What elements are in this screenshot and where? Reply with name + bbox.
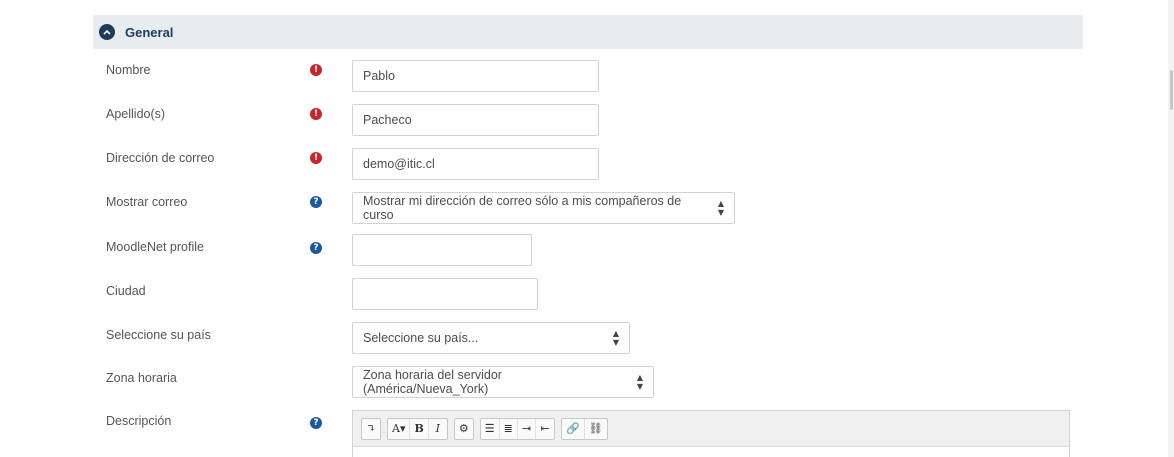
select-arrows-icon: ▲ ▼ xyxy=(636,373,643,391)
zona-horaria-select[interactable]: Zona horaria del servidor (América/Nueva… xyxy=(352,366,654,398)
form-row-correo: Dirección de correo ! demo@itic.cl xyxy=(0,148,1174,182)
help-icon[interactable]: ? xyxy=(310,242,322,254)
form-row-apellidos: Apellido(s) ! Pacheco xyxy=(0,104,1174,138)
unordered-list-icon[interactable]: ☰ xyxy=(481,418,500,439)
section-title: General xyxy=(125,24,174,40)
label-descripcion: Descripción xyxy=(106,414,172,428)
required-icon[interactable]: ! xyxy=(310,108,322,120)
required-icon[interactable]: ! xyxy=(310,64,322,76)
label-mostrar-correo: Mostrar correo xyxy=(106,195,188,209)
form-row-moodlenet: MoodleNet profile ? xyxy=(0,234,1174,268)
label-moodlenet: MoodleNet profile xyxy=(106,240,204,254)
settings-icon[interactable]: ⚙ xyxy=(455,419,473,439)
apellidos-input[interactable]: Pacheco xyxy=(352,104,599,136)
moodlenet-input[interactable] xyxy=(352,234,532,266)
editor-toolbar: ↴ A▾ B I ⚙ ☰ ≣ ⇥ ⇤ 🔗 ⛓ xyxy=(353,411,1069,447)
font-color-icon[interactable]: A▾ xyxy=(388,418,411,439)
mostrar-correo-selected: Mostrar mi dirección de correo sólo a mi… xyxy=(363,194,682,222)
required-icon[interactable]: ! xyxy=(310,152,322,164)
italic-icon[interactable]: I xyxy=(429,419,447,439)
toolbar-group-settings: ⚙ xyxy=(453,417,474,440)
zona-horaria-selected: Zona horaria del servidor (América/Nueva… xyxy=(363,368,502,396)
mostrar-correo-select[interactable]: Mostrar mi dirección de correo sólo a mi… xyxy=(352,192,735,224)
toolbar-group-collapse: ↴ xyxy=(361,417,381,440)
indent-icon[interactable]: ⇥ xyxy=(518,418,537,439)
toolbar-group-format: A▾ B I xyxy=(387,417,448,440)
chevron-up-icon[interactable] xyxy=(99,24,115,40)
ciudad-input[interactable] xyxy=(352,278,538,310)
section-header-general[interactable]: General xyxy=(93,15,1083,49)
pais-select[interactable]: Seleccione su país... ▲ ▼ xyxy=(352,322,630,354)
form-row-nombre: Nombre ! Pablo xyxy=(0,60,1174,94)
label-pais: Seleccione su país xyxy=(106,328,211,342)
nombre-input[interactable]: Pablo xyxy=(352,60,599,92)
form-row-mostrar-correo: Mostrar correo ? Mostrar mi dirección de… xyxy=(0,192,1174,226)
label-apellidos: Apellido(s) xyxy=(106,107,166,121)
toolbar-group-lists: ☰ ≣ ⇥ ⇤ xyxy=(479,417,556,440)
select-arrows-icon: ▲ ▼ xyxy=(612,329,619,347)
select-arrows-icon: ▲ ▼ xyxy=(717,199,724,217)
help-icon[interactable]: ? xyxy=(310,417,322,429)
form-row-pais: Seleccione su país Seleccione su país...… xyxy=(0,322,1174,356)
toolbar-group-links: 🔗 ⛓ xyxy=(561,417,608,440)
outdent-icon[interactable]: ⇤ xyxy=(536,419,554,439)
descripcion-editor[interactable]: ↴ A▾ B I ⚙ ☰ ≣ ⇥ ⇤ 🔗 ⛓ xyxy=(352,410,1070,457)
pais-selected: Seleccione su país... xyxy=(363,331,479,345)
label-ciudad: Ciudad xyxy=(106,284,146,298)
label-zona-horaria: Zona horaria xyxy=(106,371,177,385)
link-icon[interactable]: 🔗 xyxy=(562,418,585,439)
unlink-icon[interactable]: ⛓ xyxy=(585,419,607,439)
label-correo: Dirección de correo xyxy=(106,151,215,165)
help-icon[interactable]: ? xyxy=(310,196,322,208)
form-row-ciudad: Ciudad xyxy=(0,278,1174,312)
label-nombre: Nombre xyxy=(106,63,151,77)
bold-icon[interactable]: B xyxy=(410,418,429,439)
ordered-list-icon[interactable]: ≣ xyxy=(500,418,518,439)
collapse-toolbar-icon[interactable]: ↴ xyxy=(362,419,380,439)
correo-input[interactable]: demo@itic.cl xyxy=(352,148,599,180)
form-row-zona-horaria: Zona horaria Zona horaria del servidor (… xyxy=(0,366,1174,400)
